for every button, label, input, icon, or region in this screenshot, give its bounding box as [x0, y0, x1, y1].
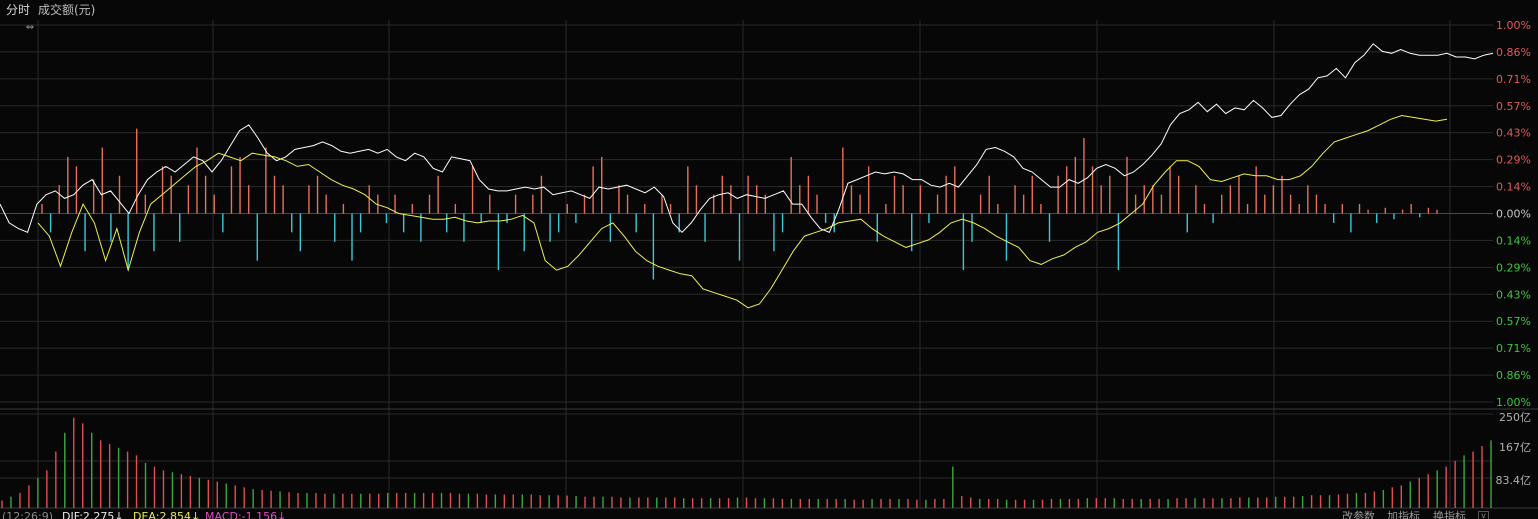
volume-tick-label: 83.4亿: [1496, 474, 1532, 487]
y-tick-label: 0.86%: [1496, 46, 1531, 59]
edit-params-button[interactable]: 改参数: [1342, 511, 1375, 519]
y-tick-label: 0.43%: [1496, 127, 1531, 140]
y-tick-label: 0.00%: [1496, 208, 1531, 221]
switch-indicator-button[interactable]: 换指标: [1433, 511, 1466, 519]
y-tick-label: 0.43%: [1496, 288, 1531, 301]
macd-bars: [41, 128, 1438, 280]
right-axis: 1.00% 0.86% 0.71% 0.57% 0.43% 0.29% 0.14% 0.00%…: [1496, 19, 1532, 487]
y-tick-label: 1.00%: [1496, 396, 1531, 409]
y-tick-label: 0.29%: [1496, 154, 1531, 167]
volume-tick-label: 250亿: [1499, 411, 1531, 424]
y-tick-label: 0.86%: [1496, 369, 1531, 382]
y-tick-label: 0.71%: [1496, 342, 1531, 355]
cursor-time: (12:26:9): [2, 510, 53, 519]
dif-value: DIF:2.275↓: [62, 510, 124, 519]
y-tick-label: 0.57%: [1496, 315, 1531, 328]
volume-bars: [1, 417, 1492, 508]
y-tick-label: 1.00%: [1496, 19, 1531, 32]
y-tick-label: 0.14%: [1496, 234, 1531, 247]
add-indicator-button[interactable]: 加指标: [1387, 511, 1420, 519]
chevron-down-icon[interactable]: v: [1478, 511, 1489, 519]
indicator-footer: (12:26:9) DIF:2.275↓ DEA:2.854↓ MACD:-1.…: [0, 509, 1538, 519]
intraday-chart[interactable]: 1.00% 0.86% 0.71% 0.57% 0.43% 0.29% 0.14% 0.00%…: [0, 0, 1538, 519]
y-tick-label: 0.29%: [1496, 261, 1531, 274]
dea-value: DEA:2.854↓: [133, 510, 201, 519]
grid-lines: [0, 20, 1538, 509]
macd-value: MACD:-1.156↓: [205, 510, 287, 519]
y-tick-label: 0.14%: [1496, 181, 1531, 194]
price-line: [0, 43, 1494, 234]
volume-tick-label: 167亿: [1499, 441, 1531, 454]
price-lines: [0, 43, 1494, 309]
y-tick-label: 0.57%: [1496, 100, 1531, 113]
y-tick-label: 0.71%: [1496, 73, 1531, 86]
